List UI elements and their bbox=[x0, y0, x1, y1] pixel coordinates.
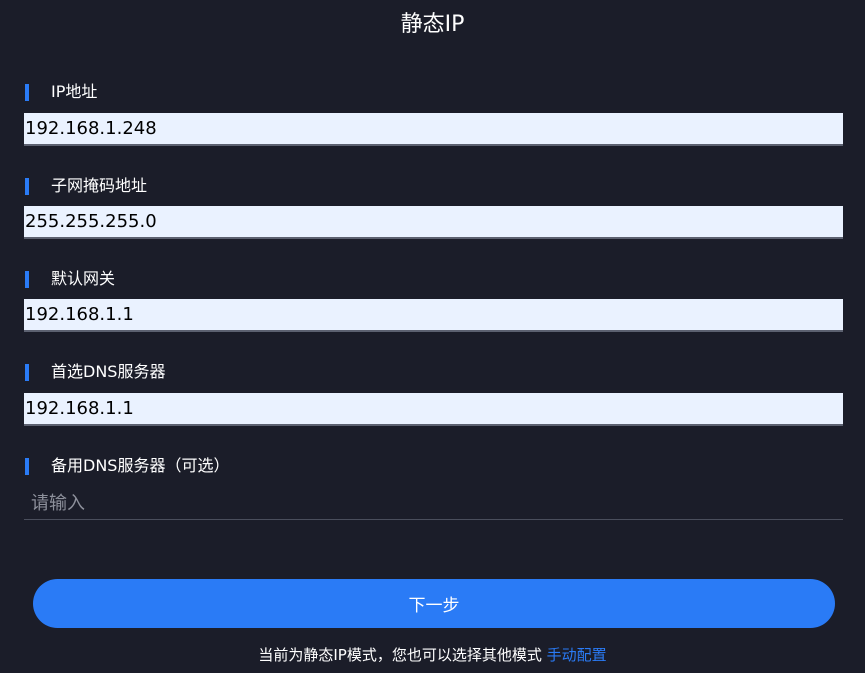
preferred-dns-input[interactable] bbox=[24, 393, 843, 426]
ip-address-label: IP地址 bbox=[25, 82, 97, 102]
label-accent-bar bbox=[25, 177, 29, 195]
label-accent-bar bbox=[25, 83, 29, 101]
default-gateway-label: 默认网关 bbox=[25, 269, 115, 289]
alternate-dns-input[interactable] bbox=[24, 487, 843, 520]
subnet-mask-label: 子网掩码地址 bbox=[25, 176, 147, 196]
mode-hint-text: 当前为静态IP模式，您也可以选择其他模式 bbox=[258, 646, 542, 664]
label-accent-bar bbox=[25, 270, 29, 288]
preferred-dns-label: 首选DNS服务器 bbox=[25, 362, 165, 382]
label-accent-bar bbox=[25, 457, 29, 475]
alternate-dns-label-text: 备用DNS服务器（可选） bbox=[51, 456, 230, 475]
next-button[interactable]: 下一步 bbox=[33, 579, 835, 628]
preferred-dns-label-text: 首选DNS服务器 bbox=[51, 362, 166, 381]
label-accent-bar bbox=[25, 363, 29, 381]
default-gateway-label-text: 默认网关 bbox=[51, 269, 116, 288]
subnet-mask-input[interactable] bbox=[24, 206, 843, 239]
mode-hint: 当前为静态IP模式，您也可以选择其他模式 手动配置 bbox=[0, 644, 865, 666]
page-title: 静态IP bbox=[400, 12, 465, 37]
subnet-mask-label-text: 子网掩码地址 bbox=[51, 176, 148, 195]
ip-address-label-text: IP地址 bbox=[51, 82, 98, 101]
manual-config-link[interactable]: 手动配置 bbox=[547, 646, 607, 664]
alternate-dns-label: 备用DNS服务器（可选） bbox=[25, 456, 229, 476]
default-gateway-input[interactable] bbox=[24, 299, 843, 332]
ip-address-input[interactable] bbox=[24, 113, 843, 146]
